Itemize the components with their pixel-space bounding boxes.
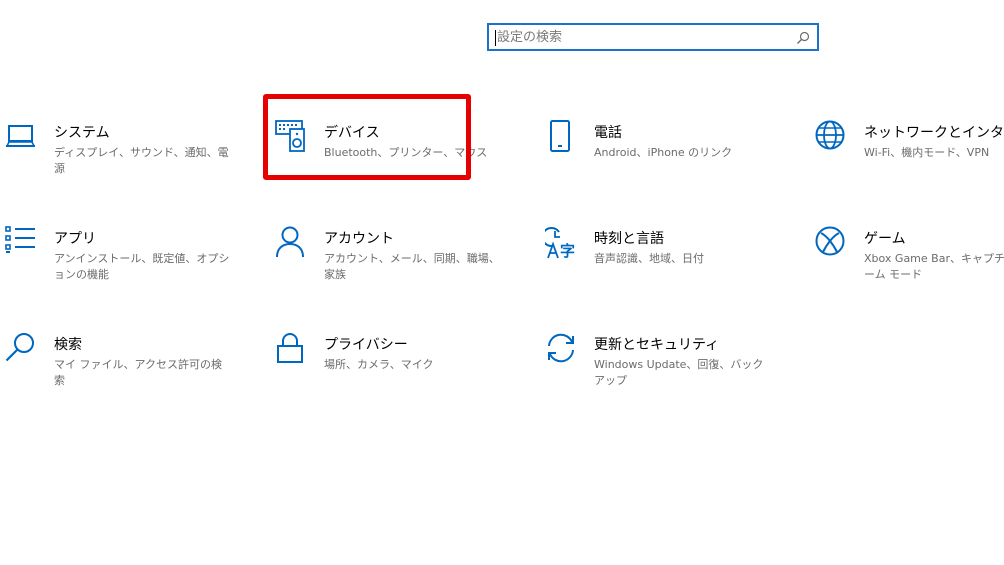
category-description: Android、iPhone のリンク <box>594 146 733 159</box>
apps-icon <box>5 226 39 260</box>
category-privacy[interactable]: プライバシー 場所、カメラ、マイク <box>275 332 515 402</box>
category-apps[interactable]: アプリ アンインストール、既定値、オプションの機能 <box>5 226 245 296</box>
category-title: 検索 <box>54 337 82 353</box>
category-gaming[interactable]: ゲーム Xbox Game Bar、キャプチャ、ゲーム モード <box>815 226 1004 296</box>
globe-icon <box>815 120 849 154</box>
highlight-annotation-box <box>263 94 471 180</box>
category-description: アカウント、メール、同期、職場、家族 <box>324 252 500 281</box>
category-title: システム <box>54 125 110 141</box>
phone-icon <box>545 120 579 154</box>
category-title: ゲーム <box>864 231 906 247</box>
sync-icon <box>545 332 579 366</box>
category-description: マイ ファイル、アクセス許可の検索 <box>54 358 222 387</box>
category-description: ディスプレイ、サウンド、通知、電源 <box>54 146 229 175</box>
category-system[interactable]: システム ディスプレイ、サウンド、通知、電源 <box>5 120 245 190</box>
category-description: Windows Update、回復、バックアップ <box>594 358 764 387</box>
person-icon <box>275 226 309 260</box>
category-title: アカウント <box>324 231 394 247</box>
svg-text:字: 字 <box>560 242 575 260</box>
category-network[interactable]: ネットワークとインターネット Wi-Fi、機内モード、VPN <box>815 120 1004 190</box>
time-language-icon: 字 <box>545 226 579 260</box>
text-cursor <box>495 30 496 46</box>
lock-icon <box>275 332 309 366</box>
search-input[interactable] <box>497 28 787 46</box>
category-title: 電話 <box>594 125 622 141</box>
category-phone[interactable]: 電話 Android、iPhone のリンク <box>545 120 785 190</box>
category-description: 場所、カメラ、マイク <box>324 358 434 371</box>
category-title: 時刻と言語 <box>594 231 664 247</box>
settings-search-box[interactable] <box>487 23 819 51</box>
category-search[interactable]: 検索 マイ ファイル、アクセス許可の検索 <box>5 332 245 402</box>
search-icon <box>5 332 39 366</box>
xbox-icon <box>815 226 849 260</box>
category-title: ネットワークとインターネット <box>864 125 1004 141</box>
settings-home: システム ディスプレイ、サウンド、通知、電源 デバイス Bluetooth、プリ… <box>0 0 1004 565</box>
category-description: Wi-Fi、機内モード、VPN <box>864 146 990 159</box>
category-description: アンインストール、既定値、オプションの機能 <box>54 252 230 281</box>
category-time-language[interactable]: 字 時刻と言語 音声認識、地域、日付 <box>545 226 785 296</box>
laptop-icon <box>5 120 39 154</box>
category-title: プライバシー <box>324 337 408 353</box>
magnifier-icon[interactable] <box>796 31 810 45</box>
category-title: 更新とセキュリティ <box>594 337 720 353</box>
category-update-security[interactable]: 更新とセキュリティ Windows Update、回復、バックアップ <box>545 332 785 402</box>
category-description: 音声認識、地域、日付 <box>594 252 704 265</box>
category-title: アプリ <box>54 231 96 247</box>
category-accounts[interactable]: アカウント アカウント、メール、同期、職場、家族 <box>275 226 515 296</box>
category-description: Xbox Game Bar、キャプチャ、ゲーム モード <box>864 252 1004 281</box>
